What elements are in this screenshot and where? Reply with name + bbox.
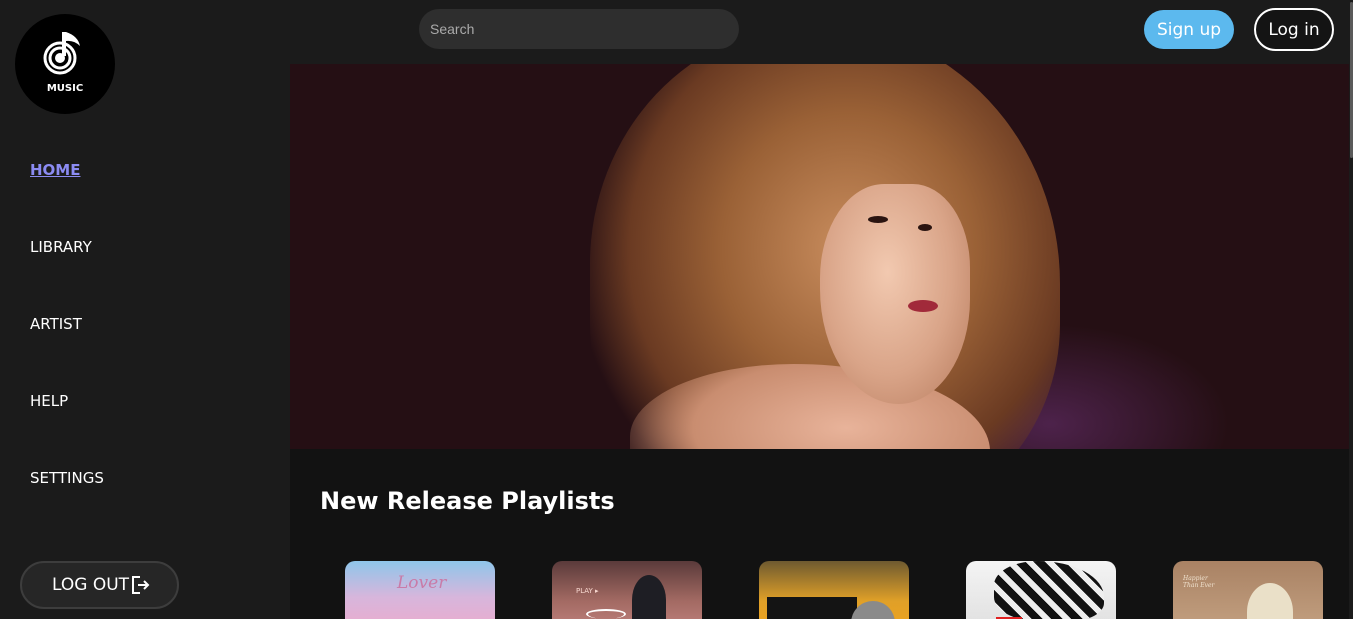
main-content: New Release Playlists Lover PLAY ▸ Happi… xyxy=(290,449,1349,619)
playlist-art-scribble xyxy=(586,609,626,619)
logout-icon xyxy=(132,576,150,594)
playlist-card-2[interactable]: PLAY ▸ xyxy=(552,561,702,619)
playlist-card-3[interactable] xyxy=(759,561,909,619)
playlist-card-5[interactable]: Happier Than Ever xyxy=(1173,561,1323,619)
section-title: New Release Playlists xyxy=(320,487,615,515)
sidebar-item-library[interactable]: LIBRARY xyxy=(30,238,92,256)
playlist-art-disc xyxy=(851,601,895,619)
logo[interactable]: MUSIC xyxy=(15,14,115,114)
logout-button[interactable]: LOG OUT xyxy=(20,561,179,609)
playlist-card-4[interactable] xyxy=(966,561,1116,619)
playlist-art-frame xyxy=(767,597,857,619)
sidebar: MUSIC HOME LIBRARY ARTIST HELP SETTINGS … xyxy=(0,0,290,619)
playlist-art-figure xyxy=(994,561,1104,619)
login-button[interactable]: Log in xyxy=(1254,8,1334,51)
search-input[interactable] xyxy=(419,9,739,49)
music-note-icon xyxy=(43,32,80,75)
sidebar-item-settings[interactable]: SETTINGS xyxy=(30,469,104,487)
sidebar-item-artist[interactable]: ARTIST xyxy=(30,315,82,333)
sidebar-item-home[interactable]: HOME xyxy=(30,161,80,179)
playlist-art-text: PLAY ▸ xyxy=(576,587,599,595)
sidebar-item-help[interactable]: HELP xyxy=(30,392,68,410)
hero-eye-left xyxy=(868,216,888,223)
hero-lips xyxy=(908,300,938,312)
signup-button[interactable]: Sign up xyxy=(1144,10,1234,49)
playlist-art-figure xyxy=(1247,583,1293,619)
hero-banner xyxy=(290,64,1349,449)
hero-eye-right xyxy=(918,224,932,231)
playlist-art-text: Happier Than Ever xyxy=(1183,575,1215,589)
top-bar: Sign up Log in xyxy=(290,0,1353,64)
playlist-card-1[interactable]: Lover xyxy=(345,561,495,619)
playlist-art-figure xyxy=(632,575,666,619)
logo-text: MUSIC xyxy=(46,83,84,94)
music-app: MUSIC HOME LIBRARY ARTIST HELP SETTINGS … xyxy=(0,0,1353,619)
playlist-art-text: Lover xyxy=(397,573,447,593)
logout-label: LOG OUT xyxy=(52,575,130,595)
